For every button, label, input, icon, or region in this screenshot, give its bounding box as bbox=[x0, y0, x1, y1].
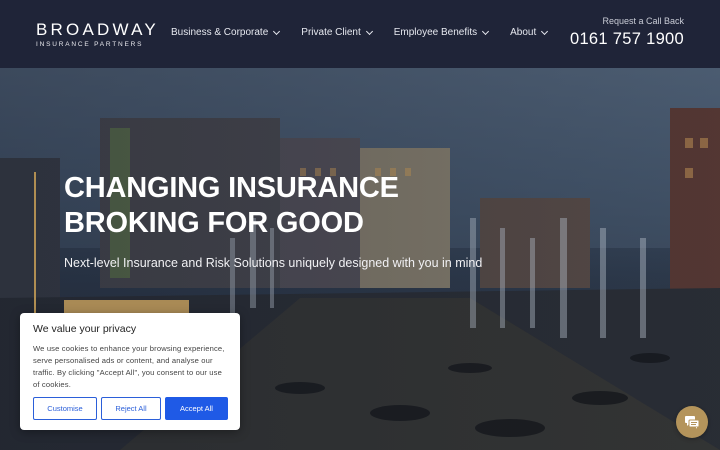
main-nav: Business & Corporate Private Client Empl… bbox=[171, 27, 569, 38]
hero-accent-line bbox=[34, 172, 36, 322]
chevron-down-icon bbox=[365, 27, 373, 35]
site-header: BROADWAY INSURANCE PARTNERS Business & C… bbox=[0, 0, 720, 68]
nav-item-about[interactable]: About bbox=[510, 27, 549, 38]
phone-number-link[interactable]: 0161 757 1900 bbox=[570, 30, 684, 49]
request-callback-link[interactable]: Request a Call Back bbox=[570, 16, 684, 26]
nav-item-label: About bbox=[510, 27, 537, 38]
nav-item-label: Private Client bbox=[301, 27, 361, 38]
nav-item-private-client[interactable]: Private Client bbox=[301, 27, 373, 38]
chevron-down-icon bbox=[482, 27, 490, 35]
nav-item-label: Business & Corporate bbox=[171, 27, 269, 38]
logo[interactable]: BROADWAY INSURANCE PARTNERS bbox=[36, 20, 159, 48]
nav-item-employee-benefits[interactable]: Employee Benefits bbox=[393, 27, 490, 38]
contact-block: Request a Call Back 0161 757 1900 bbox=[570, 16, 684, 49]
chat-button[interactable] bbox=[676, 406, 708, 438]
customise-button[interactable]: Customise bbox=[33, 397, 97, 420]
logo-tagline: INSURANCE PARTNERS bbox=[36, 41, 144, 48]
reject-all-button[interactable]: Reject All bbox=[101, 397, 161, 420]
accept-all-button[interactable]: Accept All bbox=[165, 397, 228, 420]
cookie-text: We use cookies to enhance your browsing … bbox=[33, 344, 225, 389]
cookie-button-group: Customise Reject All Accept All bbox=[33, 397, 228, 420]
chat-bubble-icon bbox=[685, 416, 700, 429]
logo-wordmark: BROADWAY bbox=[36, 20, 159, 39]
chevron-down-icon bbox=[541, 27, 549, 35]
hero-subtitle: Next-level Insurance and Risk Solutions … bbox=[64, 256, 483, 270]
cookie-title: We value your privacy bbox=[33, 323, 137, 335]
nav-item-label: Employee Benefits bbox=[393, 27, 478, 38]
chevron-down-icon bbox=[273, 27, 281, 35]
hero-title: CHANGING INSURANCE BROKING FOR GOOD bbox=[64, 172, 399, 239]
cookie-banner: We value your privacy We use cookies to … bbox=[20, 313, 240, 430]
nav-item-business-corporate[interactable]: Business & Corporate bbox=[171, 27, 281, 38]
